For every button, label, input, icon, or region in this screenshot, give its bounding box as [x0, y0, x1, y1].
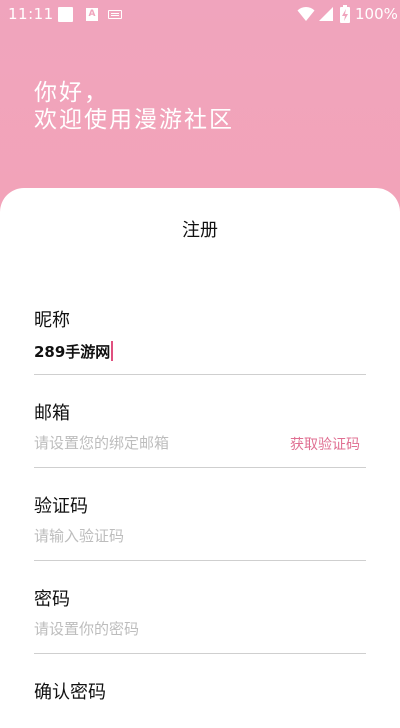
wifi-icon	[297, 6, 315, 21]
email-label: 邮箱	[34, 403, 70, 424]
verification-code-divider	[34, 560, 366, 561]
get-verification-code-button[interactable]: 获取验证码	[290, 434, 360, 454]
password-label: 密码	[34, 589, 70, 610]
verification-code-input[interactable]	[34, 524, 274, 548]
confirm-password-label: 确认密码	[34, 682, 106, 703]
input-method-icon: A	[86, 8, 98, 21]
signal-icon	[319, 7, 333, 21]
greeting-line-1: 你好，	[34, 80, 109, 106]
greeting-line-2: 欢迎使用漫游社区	[34, 107, 234, 133]
nickname-label: 昵称	[34, 310, 70, 331]
text-caret	[111, 341, 114, 361]
nickname-divider	[34, 374, 366, 375]
verification-code-label: 验证码	[34, 496, 88, 517]
keyboard-icon	[108, 10, 122, 19]
nickname-value: 289手游网	[34, 343, 111, 361]
nickname-input[interactable]: 289手游网	[34, 341, 114, 362]
email-input[interactable]	[34, 431, 274, 455]
password-divider	[34, 653, 366, 654]
status-bar: 11:11 A 100%	[0, 0, 400, 28]
status-time: 11:11	[8, 5, 54, 23]
password-input[interactable]	[34, 617, 274, 641]
battery-charging-icon	[340, 5, 350, 23]
notification-square-icon	[58, 7, 73, 22]
page-title: 注册	[182, 220, 218, 241]
register-form-card: 注册 昵称 289手游网 邮箱 获取验证码 验证码 密码 确认密码	[0, 188, 400, 728]
email-divider	[34, 467, 366, 468]
battery-percent: 100%	[355, 5, 398, 23]
welcome-greeting: 你好， 欢迎使用漫游社区	[34, 80, 234, 134]
